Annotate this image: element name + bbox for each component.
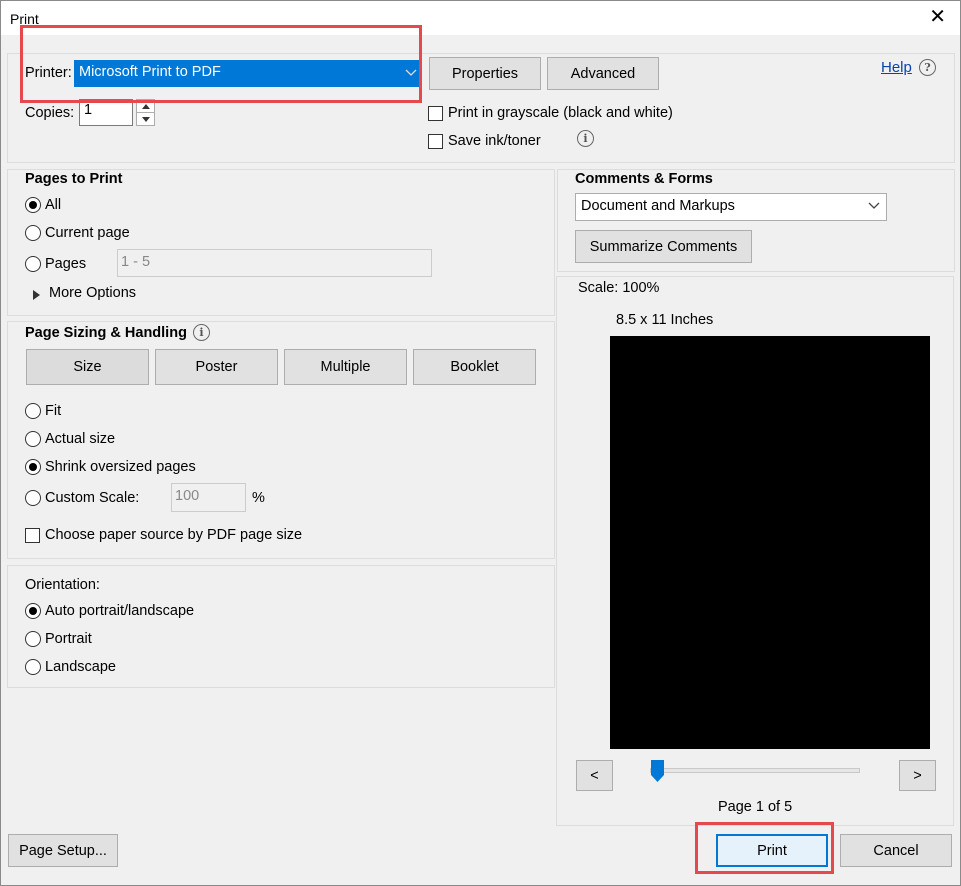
pages-range-label: Pages (45, 256, 87, 272)
printer-select[interactable]: Microsoft Print to PDF (74, 60, 422, 87)
paper-size-label: 8.5 x 11 Inches (616, 312, 714, 328)
next-page-button[interactable]: > (899, 760, 936, 791)
custom-scale-input[interactable]: 100 (171, 483, 246, 512)
save-ink-label: Save ink/toner (448, 133, 541, 149)
sizing-fit-label: Fit (45, 403, 62, 419)
page-indicator: Page 1 of 5 (718, 799, 793, 815)
copies-input[interactable]: 1 (79, 99, 133, 126)
orientation-auto-radio[interactable] (25, 603, 41, 619)
save-ink-info-icon[interactable]: i (577, 130, 594, 147)
tab-booklet[interactable]: Booklet (413, 349, 536, 385)
page-slider-track[interactable] (650, 768, 860, 773)
chevron-down-icon (868, 201, 880, 213)
advanced-button[interactable]: Advanced (547, 57, 659, 90)
page-sizing-heading: Page Sizing & Handling (25, 325, 187, 341)
print-button[interactable]: Print (716, 834, 828, 867)
summarize-comments-button[interactable]: Summarize Comments (575, 230, 752, 263)
pages-range-input[interactable]: 1 - 5 (117, 249, 432, 277)
stepper-down-icon[interactable] (137, 113, 154, 125)
paper-source-checkbox[interactable] (25, 528, 40, 543)
help-info-icon[interactable]: ? (919, 59, 936, 76)
page-slider-thumb[interactable] (651, 760, 664, 782)
sizing-actual-radio[interactable] (25, 431, 41, 447)
page-sizing-info-icon[interactable]: i (193, 324, 210, 341)
grayscale-checkbox[interactable] (428, 106, 443, 121)
sizing-shrink-radio[interactable] (25, 459, 41, 475)
comments-forms-heading: Comments & Forms (575, 171, 713, 187)
previous-page-button[interactable]: < (576, 760, 613, 791)
orientation-auto-label: Auto portrait/landscape (45, 603, 195, 619)
orientation-landscape-label: Landscape (45, 659, 116, 675)
sizing-actual-label: Actual size (45, 431, 116, 447)
expand-triangle-icon[interactable] (33, 288, 41, 304)
more-options-link[interactable]: More Options (49, 285, 136, 301)
cancel-button[interactable]: Cancel (840, 834, 952, 867)
grayscale-label: Print in grayscale (black and white) (448, 105, 673, 121)
window-title: Print (10, 11, 39, 27)
pages-all-label: All (45, 197, 62, 213)
close-icon[interactable]: ✕ (929, 7, 946, 27)
chevron-down-icon (405, 68, 417, 80)
pages-current-radio[interactable] (25, 225, 41, 241)
scale-label: Scale: 100% (578, 280, 660, 296)
copies-stepper[interactable] (136, 99, 155, 126)
title-bar: Print ✕ (1, 1, 960, 35)
custom-scale-unit: % (252, 490, 265, 506)
printer-selected-value: Microsoft Print to PDF (79, 64, 221, 80)
tab-poster[interactable]: Poster (155, 349, 278, 385)
sizing-fit-radio[interactable] (25, 403, 41, 419)
sizing-shrink-label: Shrink oversized pages (45, 459, 196, 475)
pages-range-radio[interactable] (25, 256, 41, 272)
orientation-heading: Orientation: (25, 577, 100, 593)
orientation-landscape-radio[interactable] (25, 659, 41, 675)
page-preview (610, 336, 930, 749)
comments-forms-selected: Document and Markups (581, 198, 735, 214)
sizing-custom-radio[interactable] (25, 490, 41, 506)
help-link[interactable]: Help (881, 59, 912, 76)
pages-all-radio[interactable] (25, 197, 41, 213)
orientation-portrait-radio[interactable] (25, 631, 41, 647)
stepper-up-icon[interactable] (137, 100, 154, 113)
save-ink-checkbox[interactable] (428, 134, 443, 149)
properties-button[interactable]: Properties (429, 57, 541, 90)
sizing-custom-label: Custom Scale: (45, 490, 140, 506)
copies-label: Copies: (25, 105, 75, 121)
pages-to-print-heading: Pages to Print (25, 171, 123, 187)
comments-forms-select[interactable]: Document and Markups (575, 193, 887, 221)
tab-size[interactable]: Size (26, 349, 149, 385)
pages-current-label: Current page (45, 225, 130, 241)
paper-source-label: Choose paper source by PDF page size (45, 527, 303, 543)
printer-label: Printer: (25, 65, 72, 81)
orientation-portrait-label: Portrait (45, 631, 92, 647)
page-setup-button[interactable]: Page Setup... (8, 834, 118, 867)
tab-multiple[interactable]: Multiple (284, 349, 407, 385)
